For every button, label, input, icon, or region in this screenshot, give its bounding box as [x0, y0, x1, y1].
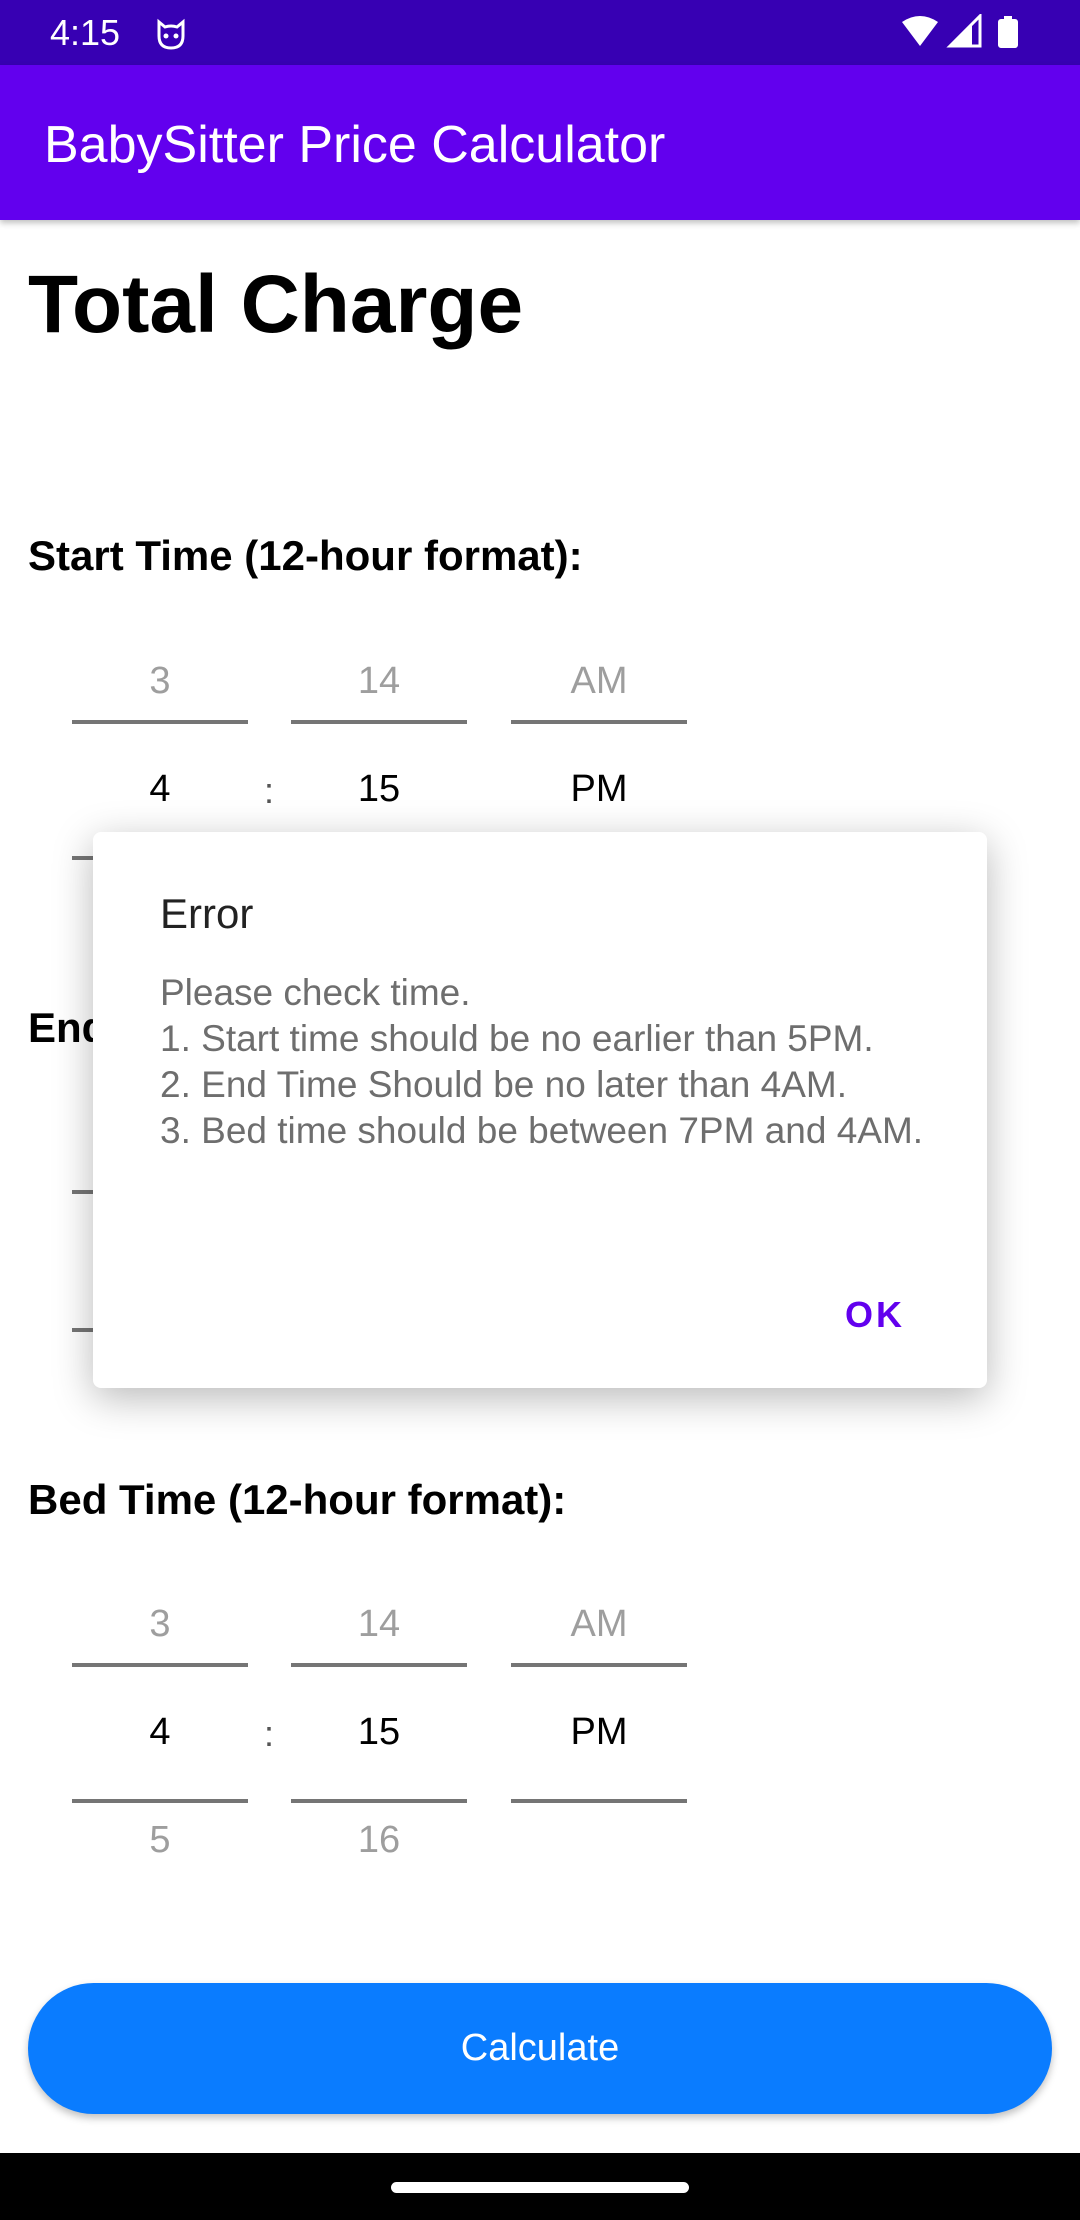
- start-ampm-current[interactable]: PM: [511, 768, 687, 811]
- bed-minute-next[interactable]: 16: [291, 1819, 467, 1862]
- error-dialog: Error Please check time. 1. Start time s…: [93, 832, 987, 1388]
- start-minute-divider-top: [291, 720, 467, 724]
- bed-ampm-prev[interactable]: AM: [511, 1603, 687, 1646]
- start-hour-current[interactable]: 4: [72, 768, 248, 811]
- bed-hour-next[interactable]: 5: [72, 1819, 248, 1862]
- dialog-title: Error: [160, 890, 254, 937]
- status-time: 4:15: [50, 12, 121, 53]
- bed-minute-current[interactable]: 15: [291, 1711, 467, 1754]
- start-ampm-divider-top: [511, 720, 687, 724]
- total-charge-heading: Total Charge: [28, 259, 524, 350]
- app-bar: BabySitter Price Calculator: [0, 65, 1080, 220]
- bed-ampm-current[interactable]: PM: [511, 1711, 687, 1754]
- bed-ampm-divider-bottom: [511, 1799, 687, 1803]
- cat-face-icon: [153, 16, 189, 57]
- start-minute-prev[interactable]: 14: [291, 660, 467, 703]
- home-gesture-handle[interactable]: [391, 2182, 689, 2193]
- bed-minute-prev[interactable]: 14: [291, 1603, 467, 1646]
- bed-minute-divider-bottom: [291, 1799, 467, 1803]
- dialog-message: Please check time. 1. Start time should …: [160, 972, 924, 1151]
- status-bar: 4:15: [0, 0, 1080, 65]
- bed-time-label: Bed Time (12-hour format):: [28, 1476, 567, 1523]
- start-hour-prev[interactable]: 3: [72, 660, 248, 703]
- bed-hour-current[interactable]: 4: [72, 1711, 248, 1754]
- bed-hour-prev[interactable]: 3: [72, 1603, 248, 1646]
- dialog-ok-button[interactable]: OK: [845, 1294, 905, 1336]
- start-separator: :: [264, 770, 275, 811]
- bed-separator: :: [264, 1713, 275, 1754]
- bed-hour-divider-bottom: [72, 1799, 248, 1803]
- start-time-label: Start Time (12-hour format):: [28, 532, 583, 579]
- navigation-bar: [0, 2153, 1080, 2220]
- app-title: BabySitter Price Calculator: [44, 116, 666, 174]
- start-ampm-prev[interactable]: AM: [511, 660, 687, 703]
- bed-minute-divider-top: [291, 1663, 467, 1667]
- status-icons: [900, 12, 1040, 55]
- calculate-button[interactable]: Calculate: [28, 1983, 1052, 2114]
- wifi-icon: [902, 16, 938, 46]
- cell-signal-icon: [946, 12, 982, 48]
- start-minute-current[interactable]: 15: [291, 768, 467, 811]
- battery-icon: [998, 16, 1018, 48]
- start-hour-divider-top: [72, 720, 248, 724]
- bed-hour-divider-top: [72, 1663, 248, 1667]
- bed-ampm-divider-top: [511, 1663, 687, 1667]
